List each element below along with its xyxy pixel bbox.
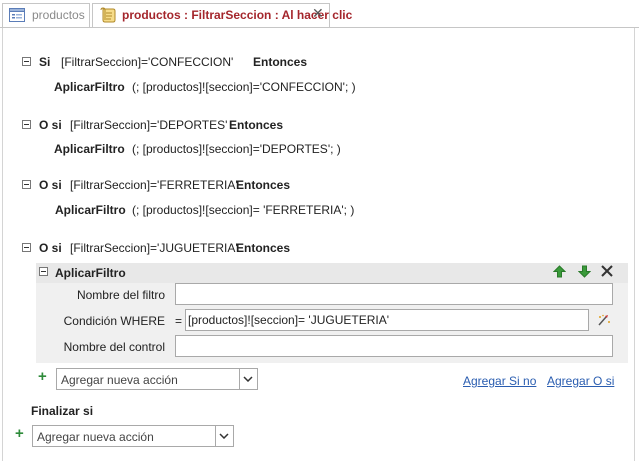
expression-builder-icon[interactable]: [597, 314, 611, 329]
control-name-label: Nombre del control: [63, 340, 165, 354]
action-name[interactable]: AplicarFiltro: [54, 80, 125, 94]
collapse-icon[interactable]: [22, 180, 31, 189]
where-equals-prefix: =: [175, 314, 183, 328]
if-condition[interactable]: [FiltrarSeccion]='CONFECCION': [61, 55, 233, 69]
collapse-icon[interactable]: [39, 267, 48, 276]
action-arguments: (; [productos]![seccion]= 'FERRETERIA'; …: [132, 203, 355, 217]
collapse-icon[interactable]: [22, 243, 31, 252]
if-keyword: Si: [39, 55, 51, 69]
chevron-down-icon: [243, 376, 253, 382]
add-icon: +: [15, 425, 24, 442]
dropdown-button[interactable]: [215, 426, 233, 446]
chevron-down-icon: [219, 433, 229, 439]
close-icon[interactable]: ✕: [312, 6, 324, 20]
else-if-keyword: O si: [39, 241, 62, 255]
add-action-dropdown-text: Agregar nueva acción: [61, 373, 178, 387]
then-keyword: Entonces: [236, 241, 291, 255]
else-if-condition[interactable]: [FiltrarSeccion]='JUGUETERIA': [70, 241, 238, 255]
then-keyword: Entonces: [229, 118, 284, 132]
form-icon: [9, 8, 25, 25]
then-keyword: Entonces: [253, 55, 308, 69]
filter-name-label: Nombre del filtro: [76, 288, 165, 302]
where-condition-label: Condición WHERE: [63, 314, 165, 328]
collapse-icon[interactable]: [22, 120, 31, 129]
add-icon: +: [38, 368, 47, 385]
control-name-field[interactable]: [175, 335, 613, 357]
end-if-keyword: Finalizar si: [31, 404, 94, 418]
where-condition-field[interactable]: [productos]![seccion]= 'JUGUETERIA': [185, 309, 589, 331]
action-arguments: (; [productos]![seccion]='CONFECCION'; ): [132, 80, 356, 94]
move-up-icon[interactable]: [552, 265, 567, 281]
dropdown-button[interactable]: [239, 369, 257, 389]
expanded-action-name: AplicarFiltro: [55, 266, 126, 280]
add-action-dropdown[interactable]: Agregar nueva acción: [32, 425, 234, 447]
action-arguments: (; [productos]![seccion]='DEPORTES'; ): [132, 142, 341, 156]
add-action-dropdown-text: Agregar nueva acción: [37, 430, 154, 444]
delete-action-icon[interactable]: [601, 265, 613, 280]
where-condition-value: [productos]![seccion]= 'JUGUETERIA': [188, 313, 389, 327]
tab-productos-label: productos: [32, 8, 85, 22]
filter-name-field[interactable]: [175, 283, 613, 305]
collapse-icon[interactable]: [22, 57, 31, 66]
add-else-if-link[interactable]: Agregar O si: [547, 374, 614, 388]
add-else-link[interactable]: Agregar Si no: [463, 374, 536, 388]
move-down-icon[interactable]: [577, 265, 592, 281]
else-if-condition[interactable]: [FiltrarSeccion]='DEPORTES': [70, 118, 227, 132]
add-action-dropdown[interactable]: Agregar nueva acción: [56, 368, 258, 390]
action-name[interactable]: AplicarFiltro: [54, 142, 125, 156]
else-if-keyword: O si: [39, 178, 62, 192]
action-name[interactable]: AplicarFiltro: [55, 203, 126, 217]
frame-border-left: [2, 28, 3, 461]
frame-border-right: [634, 28, 635, 461]
else-if-keyword: O si: [39, 118, 62, 132]
macro-icon: [100, 7, 116, 26]
else-if-condition[interactable]: [FiltrarSeccion]='FERRETERIA': [70, 178, 238, 192]
then-keyword: Entonces: [236, 178, 291, 192]
tab-strip-divider: [0, 27, 639, 28]
